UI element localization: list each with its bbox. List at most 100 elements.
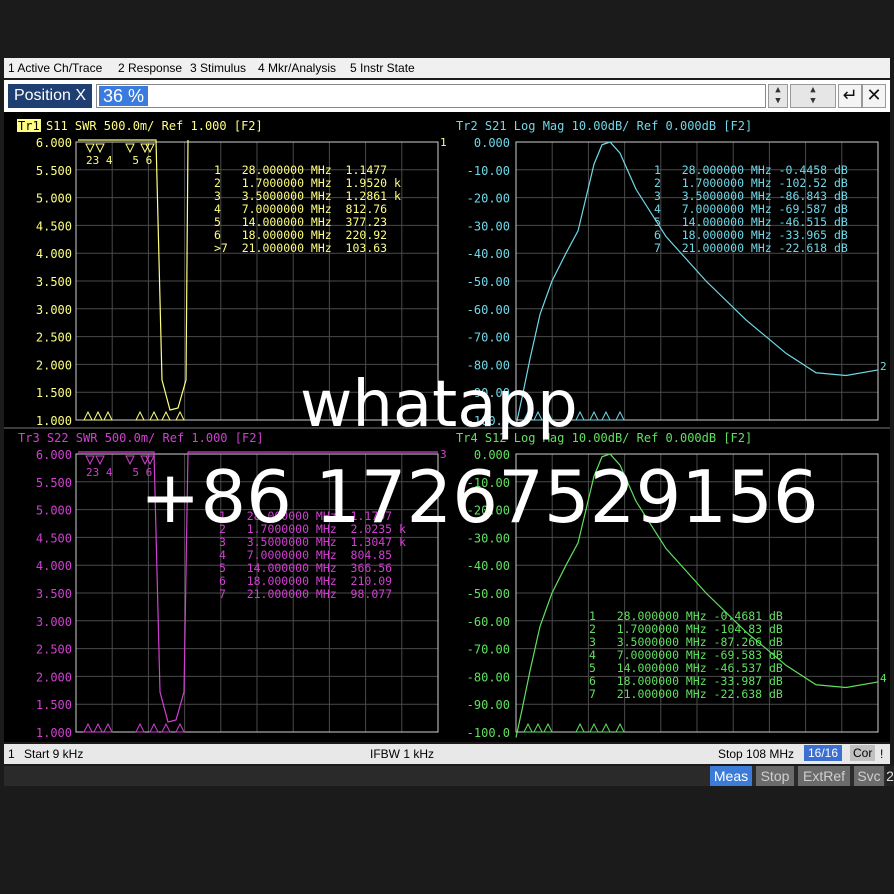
marker-readout: 6 18.000000 MHz 210.09	[219, 574, 392, 588]
entry-bar: Position X 36 % ▲ ▼ ▲ ▼ ↵ ✕	[4, 80, 890, 112]
enter-icon[interactable]: ↵	[838, 84, 862, 108]
y-tick-label: 3.000	[36, 303, 72, 317]
marker-readout: 1 28.000000 MHz 1.1477	[214, 163, 387, 177]
marker-triangle	[85, 143, 95, 154]
spin-updown[interactable]: ▲ ▼	[768, 84, 788, 108]
stop-button[interactable]: Stop	[756, 766, 794, 786]
marker-readout: 7 21.000000 MHz -22.638 dB	[589, 687, 783, 701]
marker-triangle	[95, 143, 105, 154]
y-tick-label: 5.000	[36, 504, 72, 518]
stimulus-marker	[149, 410, 159, 421]
step-updown[interactable]: ▲ ▼	[790, 84, 836, 108]
trace-line	[78, 139, 189, 411]
trace-header: Tr2 S21 Log Mag 10.00dB/ Ref 0.000dB [F2…	[456, 119, 752, 133]
stimulus-marker	[135, 722, 145, 733]
stimulus-marker	[93, 722, 103, 733]
marker-readout: 6 18.000000 MHz -33.965 dB	[654, 228, 848, 242]
stimulus-marker	[589, 722, 599, 733]
stimulus-marker	[135, 410, 145, 421]
menu-response[interactable]: 2 Response	[118, 61, 182, 75]
status-channel: 1	[8, 747, 15, 761]
status-bar: 1 Start 9 kHz IFBW 1 kHz Stop 108 MHz 16…	[4, 744, 890, 764]
y-tick-label: -90.00	[467, 698, 510, 712]
status-points: 16/16	[804, 745, 843, 761]
stimulus-marker	[589, 410, 599, 421]
stimulus-marker	[93, 410, 103, 421]
y-tick-label: 3.500	[36, 587, 72, 601]
y-tick-label: 5.000	[36, 192, 72, 206]
top-marker-labels: 23 4 5 6	[86, 154, 152, 167]
marker-readout: 6 18.000000 MHz 220.92	[214, 228, 387, 242]
watermark-line2: +86 17267529156	[140, 455, 819, 539]
trace-header: Tr3 S22 SWR 500.0m/ Ref 1.000 [F2]	[18, 431, 264, 445]
extref-button[interactable]: ExtRef	[798, 766, 850, 786]
marker-readout: 7 21.000000 MHz 98.077	[219, 587, 392, 601]
y-tick-label: -20.00	[467, 192, 510, 206]
softkey-2[interactable]: 2	[886, 766, 894, 786]
stimulus-marker	[543, 722, 553, 733]
marker-readout: 5 14.000000 MHz 366.56	[219, 561, 392, 575]
marker-readout: 5 14.000000 MHz -46.537 dB	[589, 661, 783, 675]
marker-triangle	[95, 455, 105, 466]
y-tick-label: -60.00	[467, 615, 510, 629]
menu-stimulus[interactable]: 3 Stimulus	[190, 61, 246, 75]
y-tick-label: -100.0	[467, 726, 510, 740]
y-tick-label: -40.00	[467, 247, 510, 261]
y-tick-label: 2.000	[36, 670, 72, 684]
y-tick-label: 6.000	[36, 448, 72, 462]
stimulus-marker	[175, 722, 185, 733]
status-stop: Stop 108 MHz	[718, 747, 795, 761]
y-tick-label: -10.00	[467, 164, 510, 178]
marker-readout: 4 7.0000000 MHz 804.85	[219, 548, 392, 562]
y-tick-label: 2.000	[36, 358, 72, 372]
marker-readout: 7 21.000000 MHz -22.618 dB	[654, 241, 848, 255]
y-tick-label: -70.00	[467, 643, 510, 657]
close-icon[interactable]: ✕	[862, 84, 886, 108]
marker-readout: 5 14.000000 MHz -46.515 dB	[654, 215, 848, 229]
marker-readout: 2 1.7000000 MHz -104.83 dB	[589, 622, 783, 636]
menu-mkr-analysis[interactable]: 4 Mkr/Analysis	[258, 61, 336, 75]
meas-button[interactable]: Meas	[710, 766, 752, 786]
marker-triangle	[125, 455, 135, 466]
marker-readout: 2 1.7000000 MHz -102.52 dB	[654, 176, 848, 190]
y-tick-label: 1.000	[36, 414, 72, 428]
stimulus-marker	[175, 410, 185, 421]
menu-instr-state[interactable]: 5 Instr State	[350, 61, 415, 75]
marker-readout: 4 7.0000000 MHz -69.587 dB	[654, 202, 848, 216]
stimulus-marker	[601, 722, 611, 733]
stimulus-marker	[615, 722, 625, 733]
y-tick-label: -70.00	[467, 331, 510, 345]
marker-readout: 3 3.5000000 MHz 1.2861 k	[214, 189, 401, 203]
y-tick-label: -30.00	[467, 219, 510, 233]
y-tick-label: -80.00	[467, 670, 510, 684]
y-tick-label: -40.00	[467, 559, 510, 573]
y-tick-label: -50.00	[467, 275, 510, 289]
status-cor: Cor	[850, 745, 876, 761]
marker-readout: 3 3.5000000 MHz -86.843 dB	[654, 189, 848, 203]
trace-end-label: 4	[880, 672, 887, 685]
status-warn: !	[880, 747, 884, 761]
stimulus-marker	[103, 722, 113, 733]
stimulus-marker	[103, 410, 113, 421]
marker-triangle	[85, 455, 95, 466]
menu-active-ch-trace[interactable]: 1 Active Ch/Trace	[8, 61, 102, 75]
svc-button[interactable]: Svc	[854, 766, 884, 786]
y-tick-label: -60.00	[467, 303, 510, 317]
position-x-input[interactable]: 36 %	[96, 84, 766, 108]
marker-readout: 4 7.0000000 MHz 812.76	[214, 202, 387, 216]
y-tick-label: 5.500	[36, 164, 72, 178]
y-tick-label: 3.500	[36, 275, 72, 289]
y-tick-label: 0.000	[474, 136, 510, 150]
entry-label: Position X	[8, 84, 92, 108]
stimulus-marker	[149, 722, 159, 733]
stimulus-marker	[575, 722, 585, 733]
watermark-line1: whatapp	[300, 368, 578, 442]
marker-readout: 1 28.000000 MHz -0.4458 dB	[654, 163, 848, 177]
y-tick-label: 1.000	[36, 726, 72, 740]
stimulus-marker	[161, 410, 171, 421]
y-tick-label: 3.000	[36, 615, 72, 629]
y-tick-label: 4.500	[36, 219, 72, 233]
marker-readout: 1 28.000000 MHz -0.4681 dB	[589, 609, 783, 623]
y-tick-label: 4.500	[36, 531, 72, 545]
y-tick-label: -50.00	[467, 587, 510, 601]
